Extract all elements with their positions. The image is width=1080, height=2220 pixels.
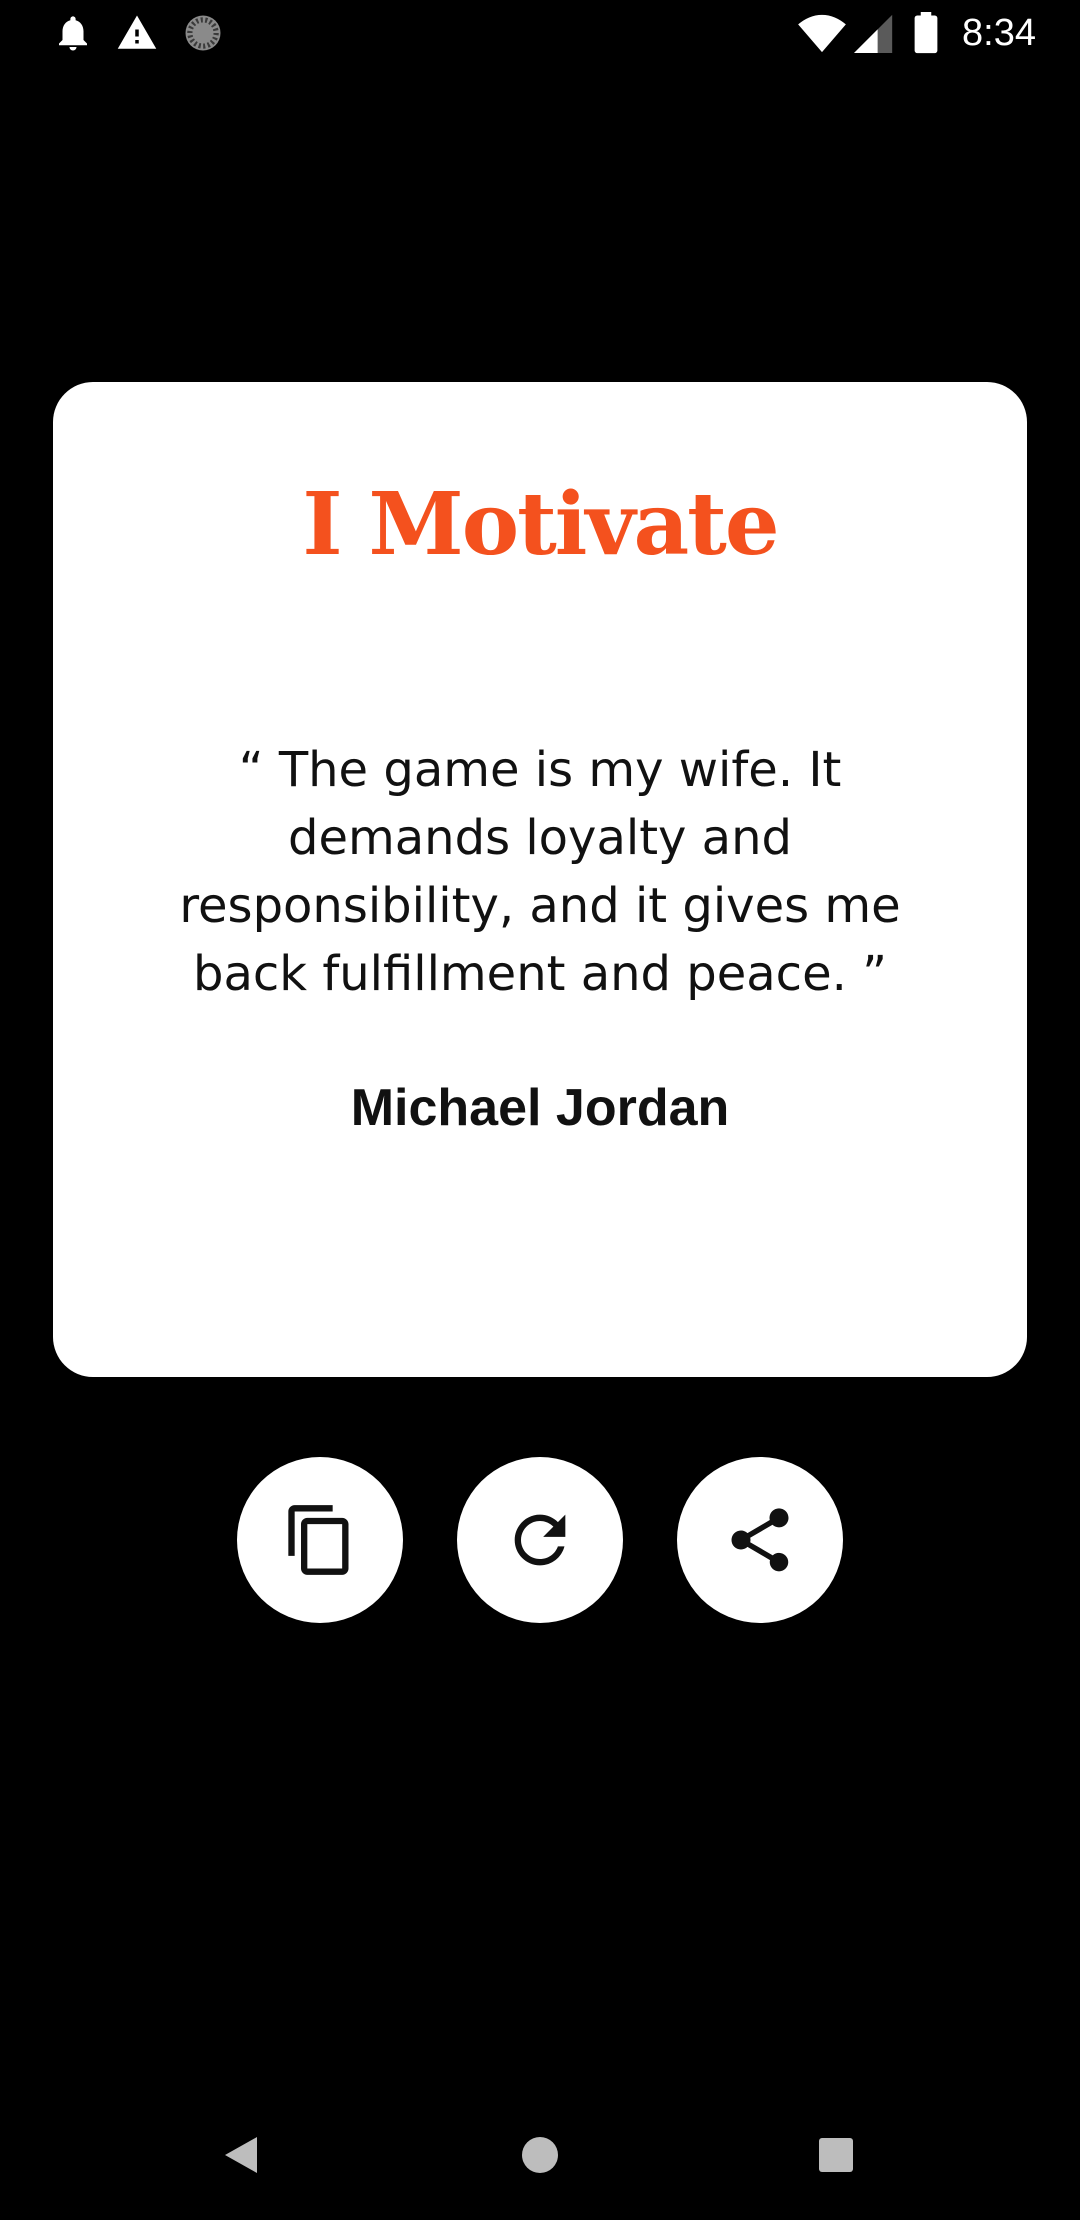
recents-icon [818, 2137, 854, 2173]
home-icon [521, 2136, 559, 2174]
battery-icon [912, 12, 940, 54]
refresh-button[interactable] [457, 1457, 623, 1623]
back-icon [223, 2135, 259, 2175]
app-screen: 8:34 I Motivate “ The game is my wife. I… [0, 0, 1080, 2220]
cell-signal-icon [854, 12, 894, 54]
notification-bell-icon [52, 12, 94, 54]
quote-author: Michael Jordan [350, 1079, 730, 1137]
nav-home-button[interactable] [505, 2120, 575, 2190]
quote-card: I Motivate “ The game is my wife. It dem… [53, 382, 1027, 1377]
loading-spinner-icon [182, 12, 224, 54]
nav-back-button[interactable] [206, 2120, 276, 2190]
copy-icon [282, 1502, 358, 1578]
app-title: I Motivate [302, 474, 779, 575]
status-bar-time: 8:34 [962, 12, 1036, 54]
copy-button[interactable] [237, 1457, 403, 1623]
nav-recents-button[interactable] [801, 2120, 871, 2190]
refresh-icon [502, 1502, 578, 1578]
share-icon [722, 1502, 798, 1578]
quote-text: “ The game is my wife. It demands loyalt… [179, 742, 901, 1002]
status-bar: 8:34 [0, 0, 1080, 66]
wifi-icon [796, 12, 848, 54]
share-button[interactable] [677, 1457, 843, 1623]
warning-icon [116, 12, 158, 54]
